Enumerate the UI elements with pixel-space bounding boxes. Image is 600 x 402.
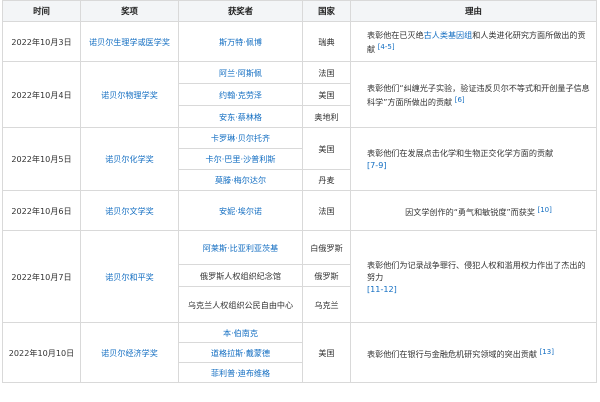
- award-link[interactable]: 诺贝尔文学奖: [80, 190, 179, 231]
- reason-cell: 表彰他们“纠缠光子实验，验证违反贝尔不等式和开创量子信息科学”方面所做出的贡献 …: [350, 61, 597, 128]
- winner-link[interactable]: 卡罗琳·贝尔托齐: [178, 127, 303, 149]
- winner-link[interactable]: 阿兰·阿斯佩: [178, 61, 303, 84]
- col-header-award: 奖项: [80, 0, 179, 22]
- reason-text: 表彰他在已灭绝: [367, 29, 424, 40]
- reason-cell: 因文学创作的“勇气和敏锐度”而获奖 [10]: [350, 190, 597, 231]
- reason-text: 表彰他们在银行与金融危机研究领域的突出贡献: [367, 348, 537, 359]
- reason-cell: 表彰他们在发展点击化学和生物正交化学方面的贡献 [7-9]: [350, 127, 597, 191]
- col-header-country: 国家: [302, 0, 351, 22]
- col-header-date: 时间: [2, 0, 81, 22]
- reason-text: 表彰他们为记录战争罪行、侵犯人权和滥用权力作出了杰出的努力: [367, 259, 586, 282]
- date-cell: 2022年10月7日: [2, 230, 81, 323]
- col-header-reason: 理由: [350, 0, 597, 22]
- country-cell: 瑞典: [302, 21, 351, 62]
- winner-link[interactable]: 本·伯南克: [178, 322, 303, 343]
- award-link[interactable]: 诺贝尔物理学奖: [80, 61, 179, 128]
- country-cell: 法国: [302, 61, 351, 84]
- country-cell: 白俄罗斯: [302, 230, 351, 265]
- reason-text: 因文学创作的“勇气和敏锐度”而获奖: [405, 206, 535, 217]
- winner-link[interactable]: 道格拉斯·戴蒙德: [178, 342, 303, 363]
- table-row: 2022年10月5日 诺贝尔化学奖 卡罗琳·贝尔托齐 美国 表彰他们在发展点击化…: [2, 127, 597, 191]
- country-cell: 美国: [302, 83, 351, 106]
- winner-link[interactable]: 莫滕·梅尔达尔: [178, 169, 303, 191]
- table-row: 2022年10月4日 诺贝尔物理学奖 阿兰·阿斯佩 法国 表彰他们“纠缠光子实验…: [2, 61, 597, 128]
- table-row: 2022年10月6日 诺贝尔文学奖 安妮·埃尔诺 法国 因文学创作的“勇气和敏锐…: [2, 190, 597, 231]
- date-cell: 2022年10月3日: [2, 21, 81, 62]
- winner-link[interactable]: 斯万特·佩博: [178, 21, 303, 62]
- nobel-prize-table: 时间 奖项 获奖者 国家 理由 2022年10月3日 诺贝尔生理学或医学奖 斯万…: [2, 0, 597, 383]
- table-row: 2022年10月7日 诺贝尔和平奖 阿莱斯·比亚利亚茨基 白俄罗斯 表彰他们为记…: [2, 230, 597, 323]
- reason-text: 表彰他们“纠缠光子实验，验证违反贝尔不等式和开创量子信息科学”方面所做出的贡献: [367, 82, 590, 107]
- date-cell: 2022年10月4日: [2, 61, 81, 128]
- winner-cell: 俄罗斯人权组织纪念馆: [178, 264, 303, 287]
- award-link[interactable]: 诺贝尔生理学或医学奖: [80, 21, 179, 62]
- award-link[interactable]: 诺贝尔和平奖: [80, 230, 179, 323]
- award-link[interactable]: 诺贝尔化学奖: [80, 127, 179, 191]
- winner-link[interactable]: 阿莱斯·比亚利亚茨基: [178, 230, 303, 265]
- reason-cell: 表彰他们为记录战争罪行、侵犯人权和滥用权力作出了杰出的努力 [11-12]: [350, 230, 597, 323]
- reason-link[interactable]: 古人类基因组: [424, 30, 473, 40]
- header-row: 时间 奖项 获奖者 国家 理由: [2, 0, 597, 22]
- citation-link[interactable]: [7-9]: [367, 160, 387, 170]
- col-header-winner: 获奖者: [178, 0, 303, 22]
- country-cell: 法国: [302, 190, 351, 231]
- winner-link[interactable]: 安东·蔡林格: [178, 105, 303, 128]
- date-cell: 2022年10月10日: [2, 322, 81, 383]
- date-cell: 2022年10月6日: [2, 190, 81, 231]
- table-row: 2022年10月3日 诺贝尔生理学或医学奖 斯万特·佩博 瑞典 表彰他在已灭绝古…: [2, 21, 597, 62]
- award-link[interactable]: 诺贝尔经济学奖: [80, 322, 179, 383]
- citation-link[interactable]: [13]: [540, 348, 554, 356]
- country-cell: 乌克兰: [302, 286, 351, 323]
- winner-link[interactable]: 卡尔·巴里·沙普利斯: [178, 148, 303, 170]
- country-cell: 奥地利: [302, 105, 351, 128]
- country-cell: 俄罗斯: [302, 264, 351, 287]
- citation-link[interactable]: [6]: [455, 96, 465, 104]
- citation-link[interactable]: [4-5]: [378, 43, 395, 51]
- citation-link[interactable]: [10]: [538, 206, 552, 214]
- country-cell: 丹麦: [302, 169, 351, 191]
- table-row: 2022年10月10日 诺贝尔经济学奖 本·伯南克 美国 表彰他们在银行与金融危…: [2, 322, 597, 383]
- reason-text: 表彰他们在发展点击化学和生物正交化学方面的贡献: [367, 148, 554, 158]
- date-cell: 2022年10月5日: [2, 127, 81, 191]
- winner-link[interactable]: 菲利普·迪布维格: [178, 362, 303, 383]
- winner-cell: 乌克兰人权组织公民自由中心: [178, 286, 303, 323]
- winner-link[interactable]: 约翰·克劳泽: [178, 83, 303, 106]
- country-cell: 美国: [302, 322, 351, 383]
- reason-cell: 表彰他在已灭绝古人类基因组和人类进化研究方面所做出的贡献 [4-5]: [350, 21, 597, 62]
- reason-cell: 表彰他们在银行与金融危机研究领域的突出贡献 [13]: [350, 322, 597, 383]
- citation-link[interactable]: [11-12]: [367, 284, 397, 294]
- winner-link[interactable]: 安妮·埃尔诺: [178, 190, 303, 231]
- country-cell: 美国: [302, 127, 351, 170]
